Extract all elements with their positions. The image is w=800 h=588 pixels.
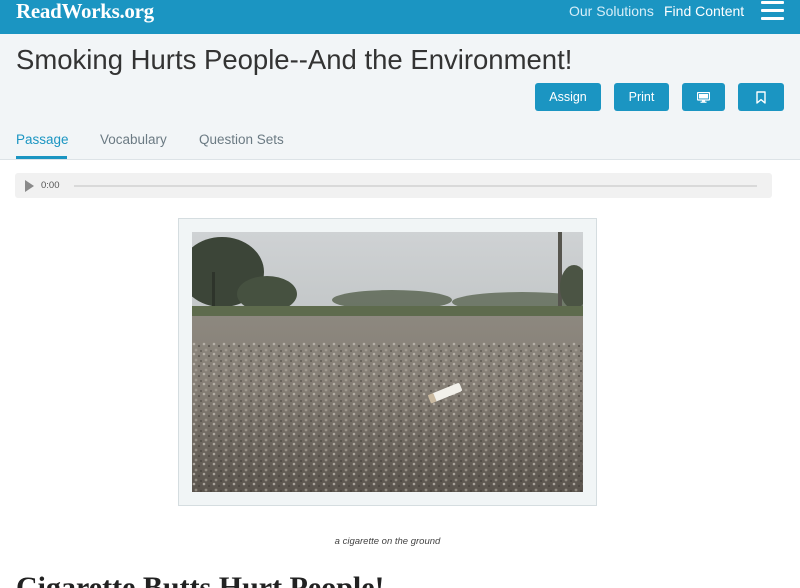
page-title: Smoking Hurts People--And the Environmen… [16, 44, 573, 75]
active-tab-indicator [16, 156, 67, 159]
audio-player: 0:00 [15, 173, 772, 198]
play-icon[interactable] [25, 180, 34, 192]
nav-find-content-link[interactable]: Find Content [664, 3, 744, 19]
article-header: Smoking Hurts People--And the Environmen… [0, 34, 800, 160]
nav-our-solutions-link[interactable]: Our Solutions [569, 3, 654, 19]
top-navigation-bar: ReadWorks.org Our Solutions Find Content [0, 0, 800, 34]
cigarette-photo-illustration [192, 232, 583, 492]
cigarette-photo [192, 232, 583, 492]
bookmark-button[interactable] [738, 83, 784, 111]
hamburger-menu-icon[interactable] [761, 1, 784, 20]
monitor-icon [697, 91, 710, 103]
audio-time: 0:00 [41, 180, 60, 191]
assign-button[interactable]: Assign [535, 83, 601, 111]
image-caption: a cigarette on the ground [334, 536, 441, 547]
print-button[interactable]: Print [614, 83, 669, 111]
bookmark-icon [756, 90, 766, 104]
tab-question-sets[interactable]: Question Sets [199, 132, 284, 147]
present-button[interactable] [682, 83, 725, 111]
tab-passage[interactable]: Passage [16, 132, 69, 147]
audio-progress-track[interactable] [74, 185, 757, 187]
passage-image-frame [178, 218, 597, 506]
tab-vocabulary[interactable]: Vocabulary [100, 132, 167, 147]
readworks-logo[interactable]: ReadWorks.org [16, 0, 154, 24]
section-heading: Cigarette Butts Hurt People! [16, 571, 385, 588]
